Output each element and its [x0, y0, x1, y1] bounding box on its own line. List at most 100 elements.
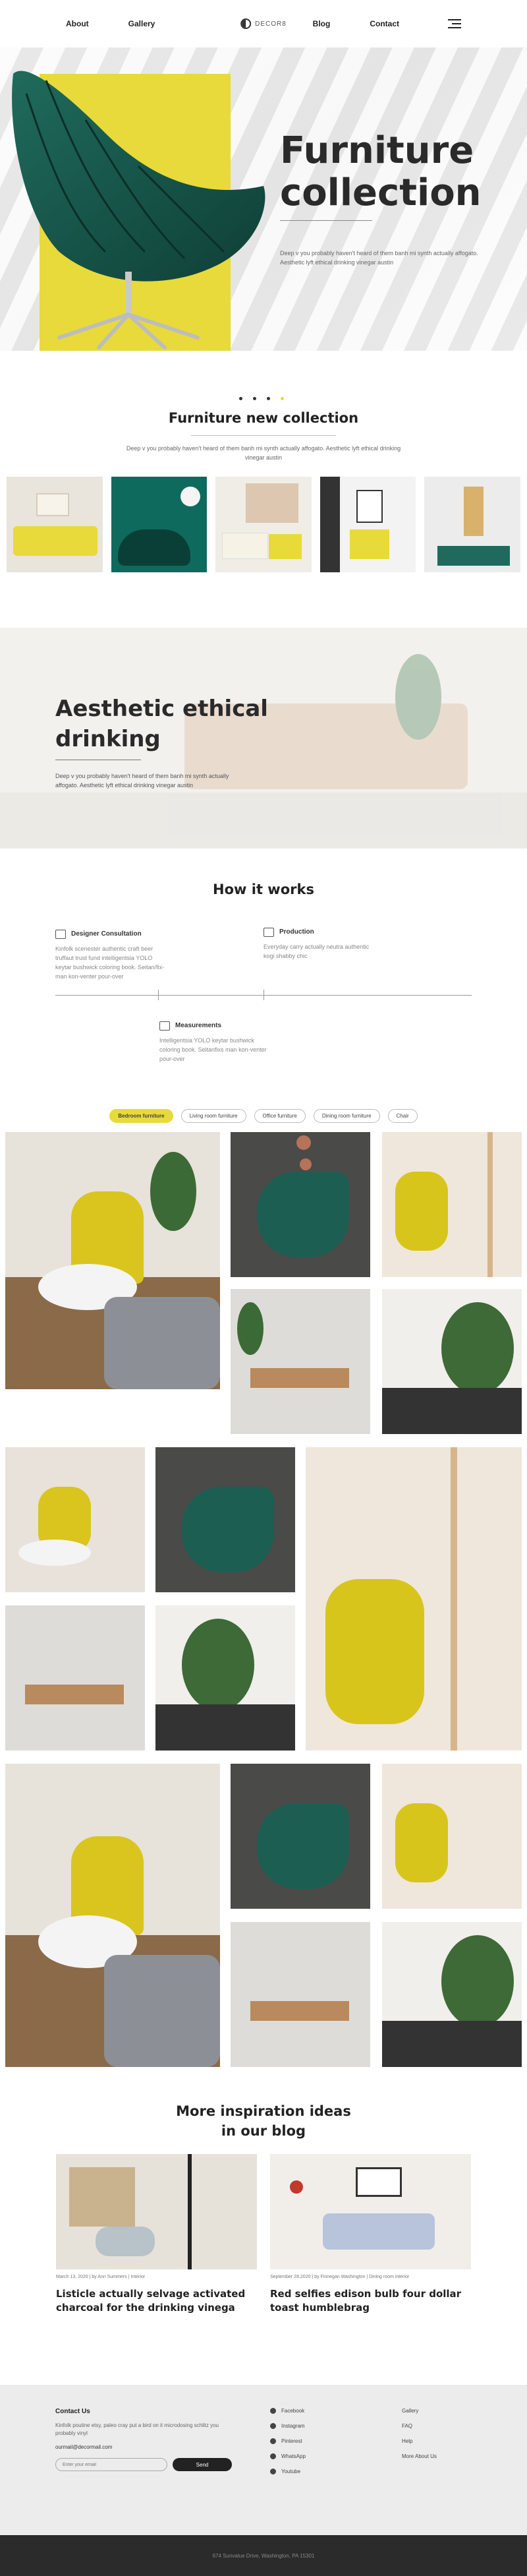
facebook-icon — [270, 2408, 276, 2414]
gallery-image-shelf-yellow-chair[interactable] — [306, 1447, 522, 1751]
footer-address: 674 Sunvalue Drive, Washington, PA 15301 — [212, 2552, 315, 2559]
filter-office[interactable]: Office furniture — [254, 1108, 306, 1123]
slide-dot[interactable] — [267, 397, 270, 400]
footer-link-faq[interactable]: FAQ — [402, 2423, 437, 2429]
logo-icon — [240, 18, 252, 29]
site-header: About Gallery DECOR8 Blog Contact — [0, 0, 527, 47]
blog-post-image[interactable] — [270, 2154, 471, 2269]
blog-section: More inspiration ideas in our blog March… — [0, 2075, 527, 2385]
filter-chair[interactable]: Chair — [387, 1108, 418, 1123]
youtube-icon — [270, 2469, 276, 2474]
aesthetic-title: Aesthetic ethical drinking — [55, 694, 268, 754]
production-icon — [264, 928, 274, 937]
aesthetic-title-line1: Aesthetic ethical — [55, 696, 268, 722]
nav-right: Blog Contact — [313, 19, 461, 28]
blog-posts: March 13, 2020 | by Ann Summers | Interi… — [0, 2154, 527, 2315]
collection-thumb[interactable] — [215, 477, 312, 572]
filter-dining-room[interactable]: Dining room furniture — [313, 1108, 380, 1123]
gallery-filters: Bedroom furniture Living room furniture … — [0, 1099, 527, 1132]
whatsapp-icon — [270, 2453, 276, 2459]
footer-email[interactable]: ourmail@decormail.com — [55, 2444, 240, 2450]
gallery-image-living-yellow-chair[interactable] — [5, 1447, 145, 1592]
aesthetic-text: Deep v you probably haven't heard of the… — [55, 773, 229, 789]
new-collection-section: Furniture new collection Deep v you prob… — [0, 351, 527, 628]
how-it-works-section: How it works Designer Consultation Kinfo… — [0, 849, 527, 1099]
step-title: Measurements — [175, 1022, 222, 1029]
slide-dot-active[interactable] — [281, 397, 284, 400]
aesthetic-banner: Aesthetic ethical drinking Deep v you pr… — [0, 628, 527, 849]
section-divider — [191, 435, 336, 436]
slide-dot[interactable] — [253, 397, 256, 400]
step-title: Production — [279, 928, 314, 936]
step-text: Kinfolk scenester authentic craft beer t… — [55, 945, 165, 980]
footer-links: Gallery FAQ Help More About Us — [402, 2408, 437, 2469]
filter-bedroom[interactable]: Bedroom furniture — [109, 1108, 173, 1123]
gallery-grid — [0, 1132, 527, 2075]
gallery-image-dining-room[interactable] — [231, 1289, 370, 1434]
consultation-icon — [55, 930, 66, 939]
pinterest-icon — [270, 2438, 276, 2444]
footer-link-about[interactable]: More About Us — [402, 2453, 437, 2459]
social-facebook[interactable]: Facebook — [270, 2408, 306, 2414]
logo[interactable]: DECOR8 — [240, 18, 287, 29]
gallery-image-plant[interactable] — [382, 1289, 522, 1434]
gallery-image-shelf-yellow-chair[interactable] — [382, 1132, 522, 1277]
aesthetic-title-line2: drinking — [55, 726, 161, 752]
footer-social-links: Facebook Instagram Pinterest WhatsApp Yo… — [270, 2408, 306, 2484]
blog-post[interactable]: September 28,2020 | by Finnegan Washingt… — [270, 2154, 471, 2315]
gallery-image-green-chair[interactable] — [231, 1764, 370, 1909]
measurements-icon — [159, 1021, 170, 1031]
hero-title-line2: collection — [280, 171, 482, 214]
gallery-image-plant[interactable] — [382, 1922, 522, 2067]
footer-contact: Contact Us Kinfolk poutine etsy, paleo c… — [55, 2408, 240, 2471]
footer-link-gallery[interactable]: Gallery — [402, 2408, 437, 2414]
collection-thumb[interactable] — [319, 477, 416, 572]
social-whatsapp[interactable]: WhatsApp — [270, 2453, 306, 2459]
blog-title-line2: in our blog — [221, 2123, 306, 2139]
social-youtube[interactable]: Youtube — [270, 2469, 306, 2474]
send-button[interactable]: Send — [173, 2458, 232, 2471]
gallery-image-green-chair[interactable] — [155, 1447, 295, 1592]
hero-divider — [280, 220, 372, 221]
social-pinterest[interactable]: Pinterest — [270, 2438, 306, 2444]
footer-link-help[interactable]: Help — [402, 2438, 437, 2444]
step-production: Production Everyday carry actually neutr… — [264, 928, 375, 961]
step-consultation: Designer Consultation Kinfolk scenester … — [55, 930, 167, 981]
gallery-image-living-yellow-chair[interactable] — [5, 1132, 220, 1389]
hero-title-line1: Furniture — [280, 129, 474, 172]
nav-contact[interactable]: Contact — [370, 19, 399, 28]
newsletter-form: Send — [55, 2458, 240, 2471]
gallery-image-shelf-yellow-chair[interactable] — [382, 1764, 522, 1909]
nav-gallery[interactable]: Gallery — [128, 19, 155, 28]
how-title: How it works — [213, 882, 314, 897]
blog-post[interactable]: March 13, 2020 | by Ann Summers | Interi… — [56, 2154, 257, 2315]
nav-blog[interactable]: Blog — [313, 19, 331, 28]
instagram-icon — [270, 2423, 276, 2429]
footer-contact-title: Contact Us — [55, 2408, 90, 2415]
email-input[interactable] — [55, 2458, 167, 2471]
blog-post-image[interactable] — [56, 2154, 257, 2269]
step-text: Everyday carry actually neutra authentic… — [264, 944, 370, 959]
collection-thumb[interactable] — [7, 477, 103, 572]
gallery-image-plant[interactable] — [155, 1605, 295, 1751]
timeline-tick — [158, 990, 159, 1000]
hero-chair-image — [12, 71, 265, 349]
filter-living-room[interactable]: Living room furniture — [180, 1108, 246, 1123]
gallery-image-green-chair[interactable] — [231, 1132, 370, 1277]
blog-title-line1: More inspiration ideas — [176, 2103, 351, 2119]
nav-about[interactable]: About — [66, 19, 89, 28]
collection-thumb[interactable] — [111, 477, 208, 572]
collection-thumb[interactable] — [424, 477, 520, 572]
gallery-image-dining-room[interactable] — [231, 1922, 370, 2067]
gallery-image-living-yellow-chair[interactable] — [5, 1764, 220, 2067]
hero-title: Furniture collection — [280, 130, 482, 214]
footer-bottom-bar: 674 Sunvalue Drive, Washington, PA 15301 — [0, 2535, 527, 2576]
slide-dot[interactable] — [239, 397, 242, 400]
menu-icon[interactable] — [448, 19, 461, 28]
hero-banner: Furniture collection Deep v you probably… — [0, 47, 527, 351]
social-instagram[interactable]: Instagram — [270, 2423, 306, 2429]
blog-post-title[interactable]: Red selfies edison bulb four dollar toas… — [270, 2287, 471, 2315]
collection-thumbnails — [0, 477, 527, 572]
gallery-image-dining-room[interactable] — [5, 1605, 145, 1751]
blog-post-title[interactable]: Listicle actually selvage activated char… — [56, 2287, 257, 2315]
